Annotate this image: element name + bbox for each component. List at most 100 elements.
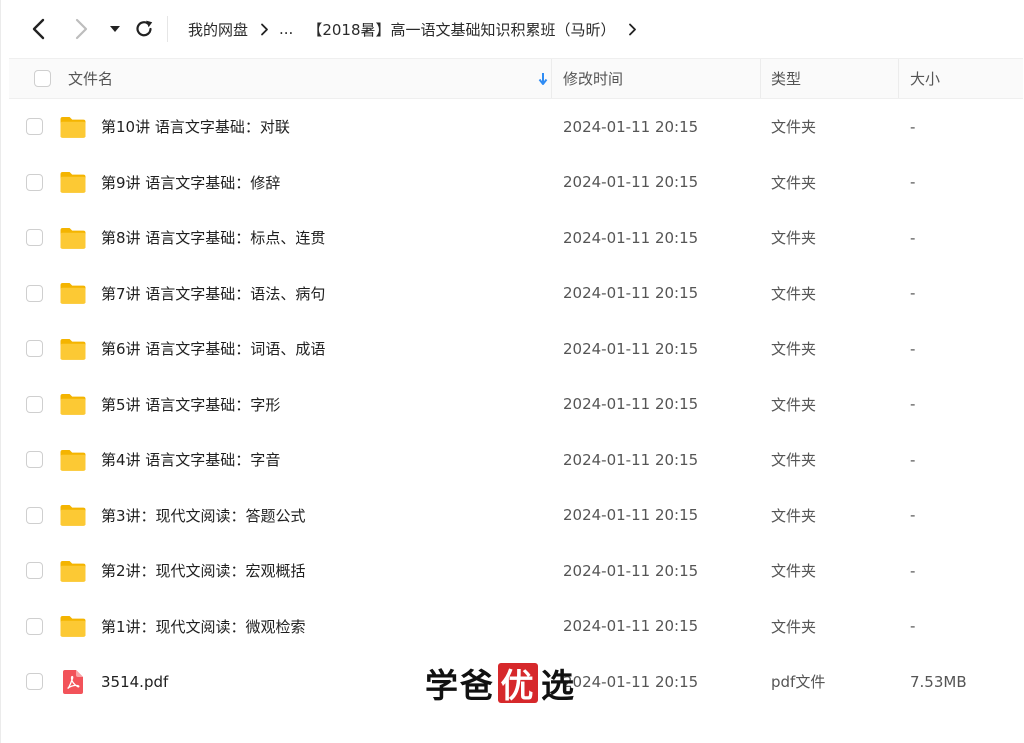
- table-row[interactable]: 第10讲 语言文字基础：对联 2024-01-11 20:15 文件夹 -: [9, 99, 1023, 155]
- file-name[interactable]: 第1讲：现代文阅读：微观检索: [101, 599, 306, 655]
- file-size: -: [910, 339, 916, 358]
- file-name[interactable]: 第5讲 语言文字基础：字形: [101, 377, 280, 433]
- file-size: -: [910, 173, 916, 192]
- column-header-type[interactable]: 类型: [771, 59, 801, 98]
- refresh-icon: [136, 20, 153, 37]
- folder-icon: [59, 99, 87, 155]
- row-checkbox[interactable]: [26, 173, 43, 191]
- file-size: -: [910, 395, 916, 414]
- file-type: 文件夹: [771, 562, 817, 581]
- breadcrumb-current-folder[interactable]: 【2018暑】高一语文基础知识积累班（马昕）: [307, 19, 615, 40]
- breadcrumb-root[interactable]: 我的网盘: [188, 19, 248, 40]
- file-name[interactable]: 第8讲 语言文字基础：标点、连贯: [101, 210, 325, 266]
- file-modified: 2024-01-11 20:15: [563, 228, 699, 247]
- file-name[interactable]: 第4讲 语言文字基础：字音: [101, 432, 280, 488]
- column-header-name[interactable]: 文件名: [68, 59, 548, 98]
- file-name[interactable]: 第2讲：现代文阅读：宏观概括: [101, 543, 306, 599]
- table-row[interactable]: 第6讲 语言文字基础：词语、成语 2024-01-11 20:15 文件夹 -: [9, 321, 1023, 377]
- watermark-char: 爸: [460, 666, 495, 705]
- file-modified: 2024-01-11 20:15: [563, 284, 699, 303]
- row-checkbox-cell: [26, 488, 43, 544]
- file-size: -: [910, 284, 916, 303]
- toolbar-divider: [167, 16, 168, 42]
- folder-icon: [59, 599, 87, 655]
- table-row[interactable]: 第8讲 语言文字基础：标点、连贯 2024-01-11 20:15 文件夹 -: [9, 210, 1023, 266]
- row-checkbox[interactable]: [26, 673, 43, 691]
- select-all-checkbox-cell: [34, 59, 51, 98]
- table-row[interactable]: 第9讲 语言文字基础：修辞 2024-01-11 20:15 文件夹 -: [9, 155, 1023, 211]
- file-type: 文件夹: [771, 395, 817, 414]
- breadcrumb-separator-icon: [260, 23, 269, 36]
- forward-button[interactable]: [67, 14, 95, 44]
- pdf-icon: [59, 654, 84, 710]
- breadcrumb-expand-icon[interactable]: [628, 23, 637, 36]
- row-checkbox[interactable]: [26, 284, 43, 302]
- column-header-modified[interactable]: 修改时间: [563, 59, 623, 98]
- toolbar: 我的网盘 ... 【2018暑】高一语文基础知识积累班（马昕）: [1, 0, 1024, 58]
- table-row[interactable]: 第3讲：现代文阅读：答题公式 2024-01-11 20:15 文件夹 -: [9, 488, 1023, 544]
- column-header-size-label: 大小: [910, 70, 941, 88]
- file-type: 文件夹: [771, 284, 817, 303]
- file-name[interactable]: 3514.pdf: [101, 654, 168, 710]
- column-divider[interactable]: [551, 59, 552, 98]
- row-checkbox[interactable]: [26, 451, 43, 469]
- column-header-name-label: 文件名: [68, 70, 114, 88]
- row-checkbox-cell: [26, 543, 43, 599]
- row-checkbox[interactable]: [26, 340, 43, 358]
- column-header-size[interactable]: 大小: [910, 59, 940, 98]
- row-checkbox-cell: [26, 210, 43, 266]
- file-size: -: [910, 561, 916, 580]
- file-name[interactable]: 第9讲 语言文字基础：修辞: [101, 155, 280, 211]
- file-modified: 2024-01-11 20:15: [563, 173, 699, 192]
- file-list-header: 文件名 修改时间 类型 大小: [9, 58, 1023, 99]
- row-checkbox-cell: [26, 266, 43, 322]
- file-type: 文件夹: [771, 340, 817, 359]
- file-size: -: [910, 617, 916, 636]
- select-all-checkbox[interactable]: [34, 70, 51, 87]
- table-row[interactable]: 第4讲 语言文字基础：字音 2024-01-11 20:15 文件夹 -: [9, 432, 1023, 488]
- file-name[interactable]: 第6讲 语言文字基础：词语、成语: [101, 321, 325, 377]
- row-checkbox[interactable]: [26, 118, 43, 136]
- file-size: -: [910, 450, 916, 469]
- row-checkbox[interactable]: [26, 617, 43, 635]
- table-row[interactable]: 第1讲：现代文阅读：微观检索 2024-01-11 20:15 文件夹 -: [9, 599, 1023, 655]
- watermark-char: 学: [425, 666, 460, 705]
- row-checkbox[interactable]: [26, 506, 43, 524]
- column-divider[interactable]: [898, 59, 899, 98]
- file-modified: 2024-01-11 20:15: [563, 561, 699, 580]
- file-modified: 2024-01-11 20:15: [563, 117, 699, 136]
- watermark-logo: 学 爸 优 选: [425, 662, 576, 705]
- file-size: -: [910, 506, 916, 525]
- back-button[interactable]: [25, 14, 53, 44]
- folder-icon: [59, 321, 87, 377]
- file-type: 文件夹: [771, 173, 817, 192]
- file-modified: 2024-01-11 20:15: [563, 339, 699, 358]
- breadcrumb: 我的网盘 ... 【2018暑】高一语文基础知识积累班（马昕）: [188, 14, 637, 44]
- table-row[interactable]: 第5讲 语言文字基础：字形 2024-01-11 20:15 文件夹 -: [9, 377, 1023, 433]
- file-type: pdf文件: [771, 673, 826, 692]
- file-name[interactable]: 第10讲 语言文字基础：对联: [101, 99, 290, 155]
- watermark-seal: 优: [498, 663, 538, 705]
- column-divider[interactable]: [760, 59, 761, 98]
- folder-icon: [59, 266, 87, 322]
- watermark-char: 选: [541, 666, 576, 705]
- arrow-down-icon[interactable]: [538, 72, 548, 86]
- file-size: -: [910, 117, 916, 136]
- table-row[interactable]: 第2讲：现代文阅读：宏观概括 2024-01-11 20:15 文件夹 -: [9, 543, 1023, 599]
- file-name[interactable]: 第7讲 语言文字基础：语法、病句: [101, 266, 325, 322]
- breadcrumb-ellipsis[interactable]: ...: [279, 20, 293, 38]
- row-checkbox[interactable]: [26, 562, 43, 580]
- caret-down-icon: [110, 26, 120, 32]
- chevron-left-icon: [32, 18, 45, 40]
- row-checkbox[interactable]: [26, 395, 43, 413]
- file-modified: 2024-01-11 20:15: [563, 617, 699, 636]
- file-name[interactable]: 第3讲：现代文阅读：答题公式: [101, 488, 306, 544]
- table-row[interactable]: 第7讲 语言文字基础：语法、病句 2024-01-11 20:15 文件夹 -: [9, 266, 1023, 322]
- row-checkbox[interactable]: [26, 229, 43, 247]
- history-dropdown-button[interactable]: [101, 14, 129, 44]
- file-modified: 2024-01-11 20:15: [563, 395, 699, 414]
- column-header-modified-label: 修改时间: [563, 70, 624, 88]
- file-modified: 2024-01-11 20:15: [563, 506, 699, 525]
- row-checkbox-cell: [26, 599, 43, 655]
- refresh-button[interactable]: [130, 14, 158, 44]
